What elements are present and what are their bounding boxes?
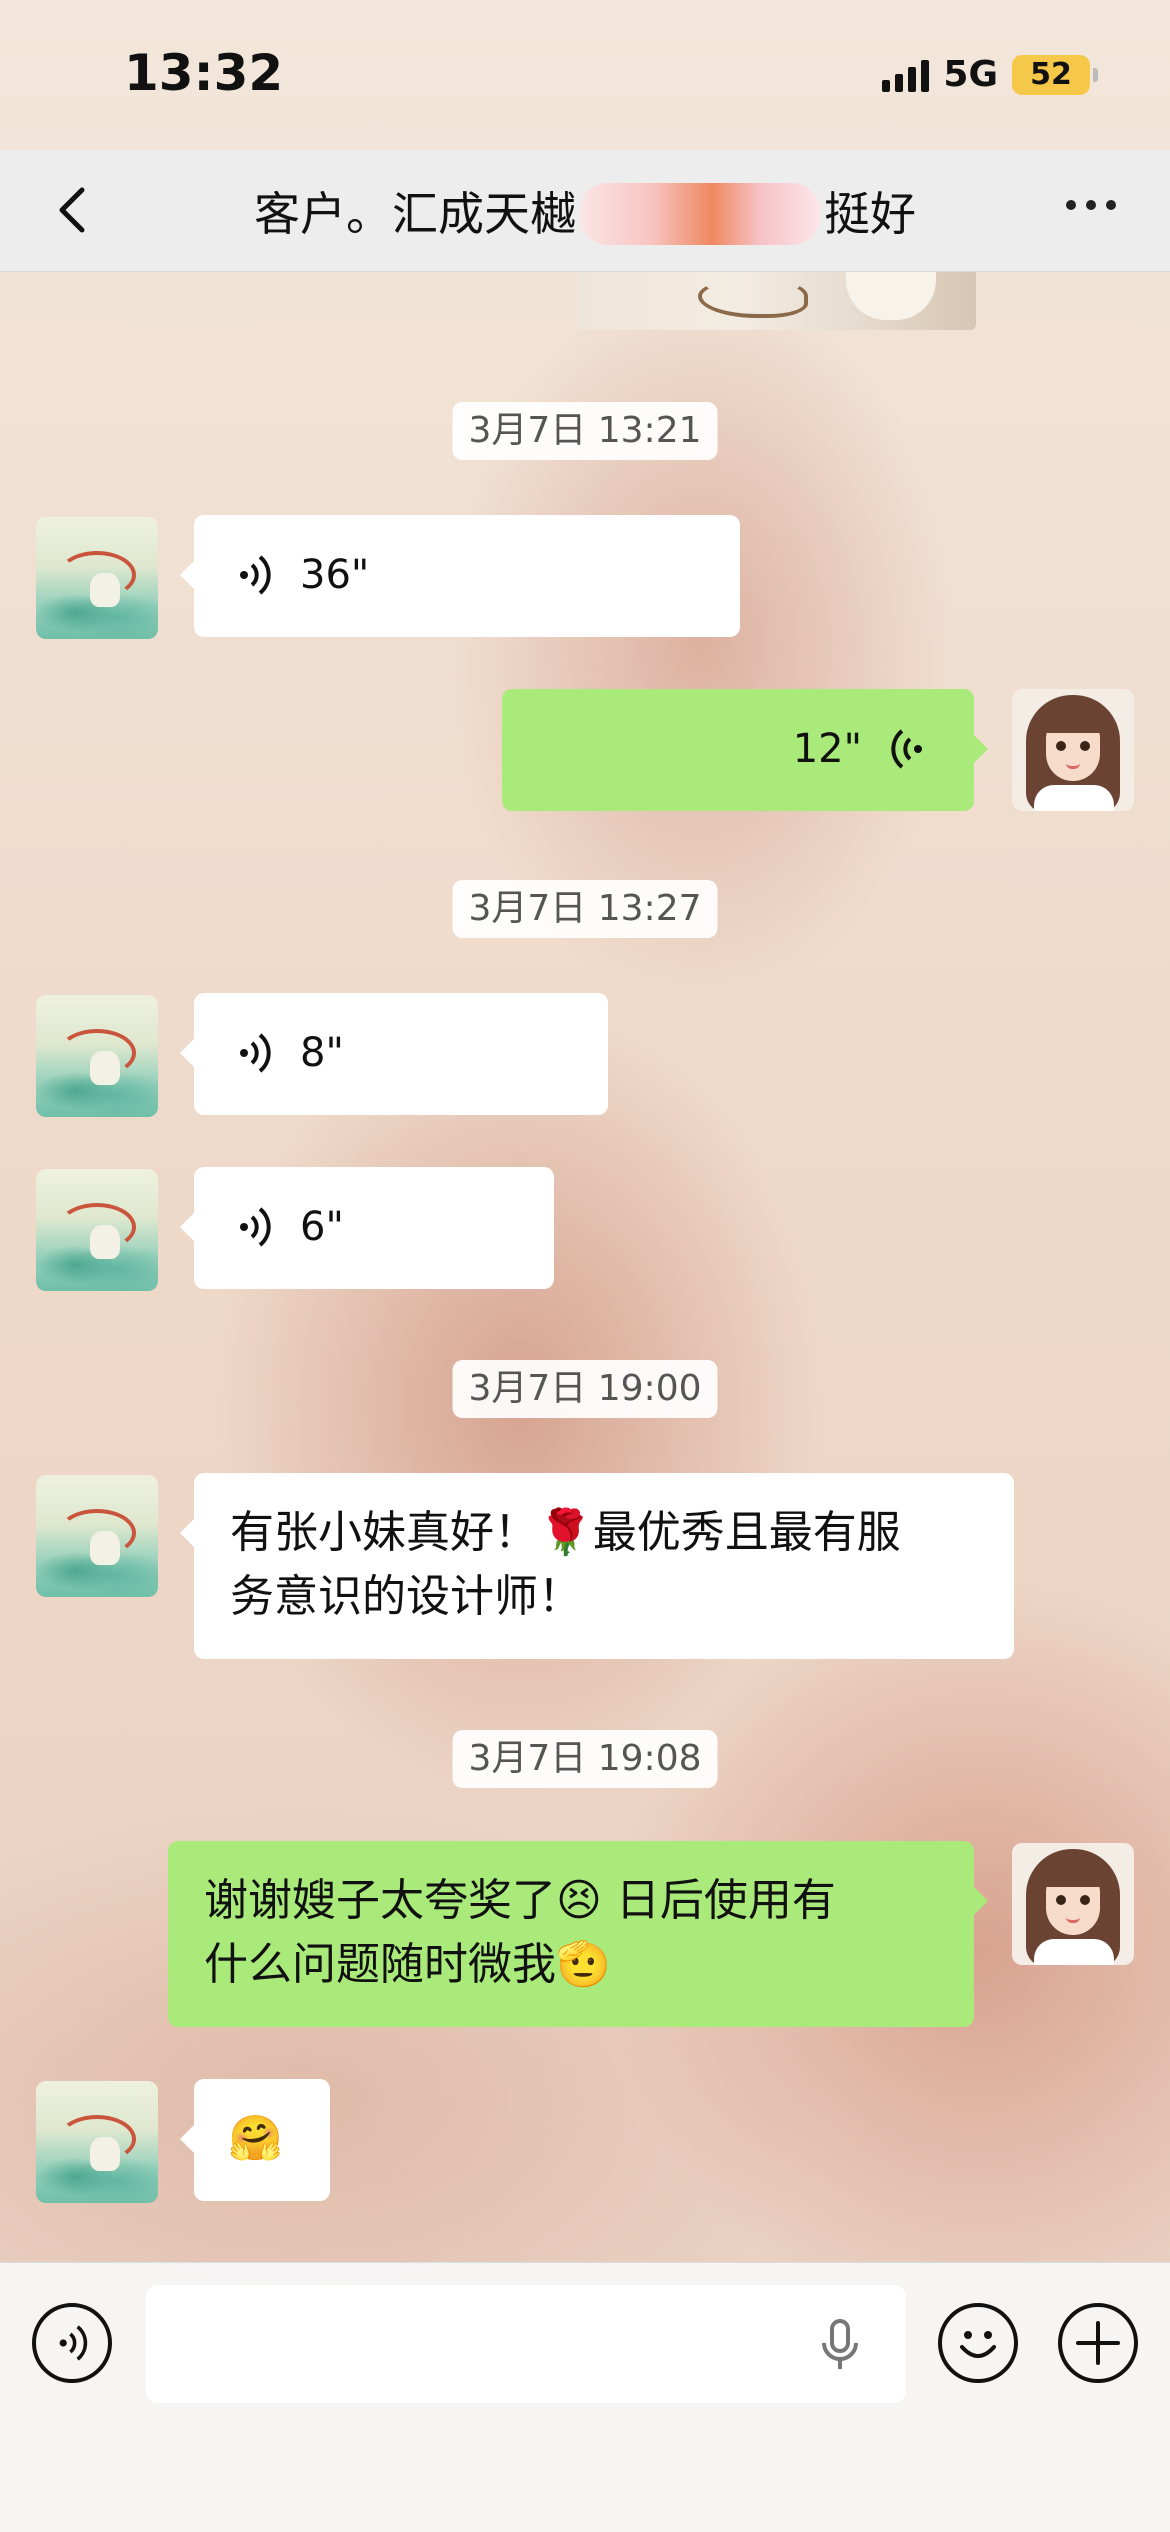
voice-duration: 6" — [300, 1204, 344, 1250]
timestamp: 3月7日 19:08 — [452, 1730, 718, 1788]
my-avatar[interactable] — [1012, 1843, 1134, 1965]
contact-avatar[interactable] — [36, 1169, 158, 1291]
chat-header: 客户。汇成天樾 挺好 — [0, 150, 1170, 272]
battery-level: 52 — [1030, 57, 1072, 92]
voice-duration: 8" — [300, 1030, 344, 1076]
contact-avatar[interactable] — [36, 1475, 158, 1597]
voice-message[interactable]: 8" — [180, 993, 608, 1115]
status-bar: 13:32 5G 52 — [0, 0, 1170, 150]
voice-duration: 36" — [300, 552, 370, 598]
message-list[interactable]: 3月7日 13:21 36" 12" 3月7日 13:27 8" 6" 3月7日… — [0, 272, 1170, 2262]
chat-title-suffix: 挺好 — [824, 187, 916, 241]
message-text: 有张小妹真好！🌹最优秀且最有服 务意识的设计师！ — [230, 1501, 984, 1629]
my-avatar[interactable] — [1012, 689, 1134, 811]
text-message[interactable]: 有张小妹真好！🌹最优秀且最有服 务意识的设计师！ — [180, 1473, 1014, 1659]
redaction-mark — [580, 182, 820, 245]
chat-title: 客户。汇成天樾 挺好 — [0, 178, 1170, 249]
signal-icon — [882, 58, 930, 92]
message-input[interactable] — [146, 2285, 906, 2403]
network-type: 5G — [943, 54, 998, 95]
message-line: 有张小妹真好！🌹最优秀且最有服 — [230, 1507, 901, 1558]
voice-input-button[interactable] — [32, 2303, 112, 2383]
plus-icon — [1076, 2321, 1120, 2365]
timestamp: 3月7日 13:27 — [452, 880, 718, 938]
image-message[interactable] — [578, 272, 976, 330]
voice-wave-icon — [240, 1207, 271, 1247]
voice-message[interactable]: 36" — [180, 515, 740, 637]
voice-wave-icon — [59, 2325, 88, 2361]
timestamp: 3月7日 13:21 — [452, 402, 718, 460]
timestamp: 3月7日 19:00 — [452, 1360, 718, 1418]
voice-message[interactable]: 6" — [180, 1167, 554, 1289]
voice-wave-icon — [240, 555, 271, 595]
voice-wave-icon — [240, 1033, 271, 1073]
contact-avatar[interactable] — [36, 517, 158, 639]
chat-title-prefix: 客户。汇成天樾 — [254, 187, 576, 241]
more-icon[interactable] — [1066, 200, 1116, 210]
emoji-icon: 🤗 — [228, 2113, 283, 2164]
message-line: 什么问题随时微我🫡 — [204, 1939, 611, 1990]
voice-message[interactable]: 12" — [502, 689, 988, 811]
emoji-message[interactable]: 🤗 — [180, 2079, 330, 2201]
text-message[interactable]: 谢谢嫂子太夸奖了😣 日后使用有 什么问题随时微我🫡 — [168, 1841, 988, 2027]
voice-duration: 12" — [792, 726, 862, 772]
status-time: 13:32 — [124, 44, 284, 102]
more-actions-button[interactable] — [1058, 2303, 1138, 2383]
contact-avatar[interactable] — [36, 2081, 158, 2203]
status-indicators: 5G 52 — [882, 54, 1098, 95]
emoji-button[interactable] — [938, 2303, 1018, 2383]
smiley-icon — [960, 2331, 996, 2358]
message-text: 谢谢嫂子太夸奖了😣 日后使用有 什么问题随时微我🫡 — [204, 1869, 944, 1997]
microphone-icon[interactable] — [818, 2317, 862, 2373]
battery-icon: 52 — [1012, 54, 1098, 95]
voice-wave-icon — [891, 729, 922, 769]
message-line: 务意识的设计师！ — [230, 1571, 582, 1622]
contact-avatar[interactable] — [36, 995, 158, 1117]
message-line: 谢谢嫂子太夸奖了😣 日后使用有 — [204, 1875, 836, 1926]
input-bar — [0, 2262, 1170, 2532]
